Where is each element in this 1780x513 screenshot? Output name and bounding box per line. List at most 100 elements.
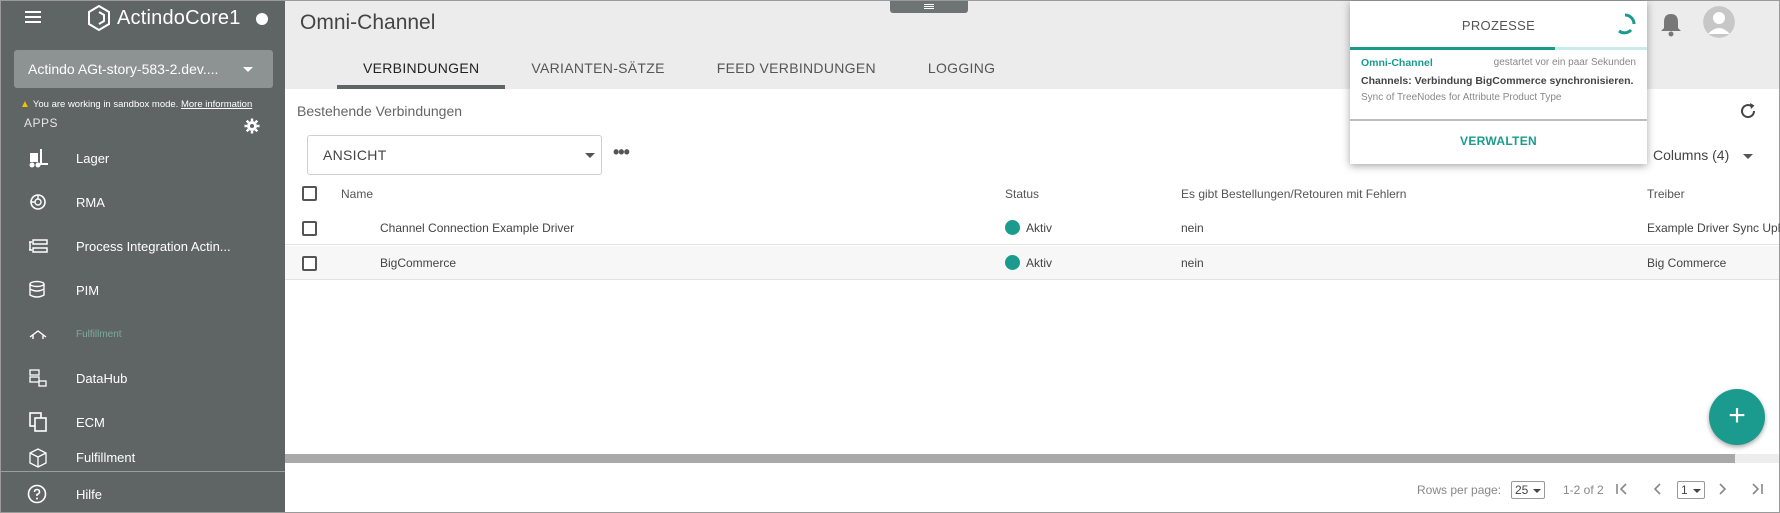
actindo-logo-icon xyxy=(88,5,110,31)
warning-icon: ▲ xyxy=(20,99,30,110)
pagination: Rows per page: 25 1-2 of 2 1 xyxy=(285,471,1779,511)
select-all-checkbox[interactable] xyxy=(302,186,317,201)
sidebar-item-fulfillment[interactable]: Fulfillment xyxy=(1,442,285,472)
fulfillment-icon xyxy=(29,330,47,339)
sidebar-top-bar: ActindoCore1 xyxy=(1,1,285,41)
table-header: Name Status Es gibt Bestellungen/Retoure… xyxy=(285,179,1779,209)
section-title: Bestehende Verbindungen xyxy=(297,103,463,119)
sidebar-item-rma[interactable]: RMA xyxy=(1,180,285,224)
column-header-errors[interactable]: Es gibt Bestellungen/Retouren mit Fehler… xyxy=(1181,187,1406,201)
process-start-time: gestartet vor ein paar Sekunden xyxy=(1493,57,1636,68)
sidebar-item-datahub[interactable]: DataHub xyxy=(1,356,285,400)
horizontal-scrollbar[interactable] xyxy=(285,454,1779,463)
next-page-icon[interactable] xyxy=(1712,479,1732,499)
table-row[interactable]: BigCommerce Aktiv nein Big Commerce xyxy=(285,246,1779,280)
drag-handle[interactable] xyxy=(890,1,968,13)
column-header-driver[interactable]: Treiber xyxy=(1647,187,1685,201)
process-subtitle: Sync of TreeNodes for Attribute Product … xyxy=(1361,92,1562,103)
column-header-status[interactable]: Status xyxy=(1005,187,1039,201)
logo-text: ActindoCore1 xyxy=(117,6,241,29)
row-checkbox[interactable] xyxy=(302,256,317,271)
tab-feed-verbindungen[interactable]: FEED VERBINDUNGEN xyxy=(691,51,902,89)
tab-logging[interactable]: LOGGING xyxy=(902,51,1021,89)
columns-label: Columns (4) xyxy=(1653,147,1730,163)
rows-per-page-label: Rows per page: xyxy=(1417,483,1502,497)
scrollbar-thumb[interactable] xyxy=(285,454,1735,463)
sidebar-item-process-integration[interactable]: Process Integration Actin... xyxy=(1,224,285,268)
sidebar-item-label: Lager xyxy=(76,150,110,166)
popup-divider xyxy=(1350,119,1647,121)
tab-bar: VERBINDUNGEN VARIANTEN-SÄTZE FEED VERBIN… xyxy=(337,51,1021,89)
sidebar-item-label: Process Integration Actin... xyxy=(76,238,231,254)
ecm-icon xyxy=(29,412,47,432)
chevron-down-icon xyxy=(1692,488,1701,493)
status-indicator[interactable] xyxy=(256,13,268,25)
sidebar-item-ecm[interactable]: ECM xyxy=(1,400,285,444)
sandbox-notice: ▲ You are working in sandbox mode. More i… xyxy=(20,99,252,110)
environment-select[interactable]: Actindo AGt-story-583-2.dev.... xyxy=(14,50,273,88)
sidebar-item-label: PIM xyxy=(76,282,100,298)
last-page-icon[interactable] xyxy=(1747,479,1767,499)
page-select[interactable]: 1 xyxy=(1677,481,1705,499)
gear-icon[interactable] xyxy=(244,118,260,134)
tab-varianten-saetze[interactable]: VARIANTEN-SÄTZE xyxy=(505,51,690,89)
sidebar-item-lager[interactable]: Lager xyxy=(1,136,285,180)
chevron-down-icon xyxy=(1533,488,1542,493)
fulfillment-box-icon xyxy=(29,448,47,468)
process-entry[interactable]: Omni-Channel gestartet vor ein paar Seku… xyxy=(1350,50,1647,120)
cell-name: BigCommerce xyxy=(380,256,457,270)
chevron-down-icon xyxy=(1743,153,1754,159)
page-range: 1-2 of 2 xyxy=(1563,483,1604,497)
chevron-down-icon xyxy=(585,153,595,158)
table-row[interactable]: Channel Connection Example Driver Aktiv … xyxy=(285,211,1780,245)
avatar[interactable] xyxy=(1703,6,1735,38)
cell-errors: nein xyxy=(1181,221,1204,235)
process-title: Channels: Verbindung BigCommerce synchro… xyxy=(1361,75,1634,87)
help-label: Hilfe xyxy=(76,486,103,502)
apps-label: APPS xyxy=(24,116,59,130)
page-value: 1 xyxy=(1681,483,1688,497)
bell-icon[interactable] xyxy=(1659,11,1683,37)
app-logo[interactable]: ActindoCore1 xyxy=(87,5,241,31)
rows-per-page-select[interactable]: 25 xyxy=(1511,481,1546,499)
process-integration-icon xyxy=(29,239,48,253)
sidebar-item-help[interactable]: Hilfe xyxy=(1,476,285,512)
tab-verbindungen[interactable]: VERBINDUNGEN xyxy=(337,51,506,89)
sidebar-item-pim[interactable]: PIM xyxy=(1,268,285,312)
sidebar: ActindoCore1 Actindo AGt-story-583-2.dev… xyxy=(1,1,285,512)
sidebar-divider xyxy=(1,471,285,472)
status-active-icon xyxy=(1005,220,1020,235)
sidebar-item-label: DataHub xyxy=(76,370,128,386)
datahub-icon xyxy=(29,369,47,387)
sidebar-item-label: ECM xyxy=(76,414,105,430)
popup-header: PROZESSE xyxy=(1350,1,1647,49)
view-select[interactable]: ANSICHT xyxy=(307,135,602,175)
more-information-link[interactable]: More information xyxy=(181,99,252,110)
popup-title: PROZESSE xyxy=(1461,18,1536,33)
page-title: Omni-Channel xyxy=(300,11,436,34)
sandbox-text: You are working in sandbox mode. xyxy=(32,99,179,110)
refresh-icon[interactable] xyxy=(1739,102,1757,120)
process-app-name: Omni-Channel xyxy=(1361,57,1433,69)
sidebar-item-fulfillment-collapsed[interactable]: Fulfillment xyxy=(1,312,285,356)
sidebar-item-label: RMA xyxy=(76,194,105,210)
environment-label: Actindo AGt-story-583-2.dev.... xyxy=(28,61,219,77)
more-options-icon[interactable]: ••• xyxy=(613,143,630,161)
cell-errors: nein xyxy=(1181,256,1204,270)
chevron-down-icon xyxy=(243,67,253,72)
loading-spinner-icon xyxy=(1618,13,1636,35)
view-select-label: ANSICHT xyxy=(323,147,387,163)
add-connection-button[interactable]: + xyxy=(1709,389,1765,445)
manage-button[interactable]: VERWALTEN xyxy=(1350,134,1647,148)
previous-page-icon[interactable] xyxy=(1648,479,1668,499)
row-checkbox[interactable] xyxy=(302,221,317,236)
help-icon xyxy=(27,484,47,504)
cell-name: Channel Connection Example Driver xyxy=(380,221,575,235)
columns-toggle[interactable]: Columns (4) xyxy=(1653,147,1754,163)
forklift-icon xyxy=(29,149,48,168)
sidebar-item-label: Fulfillment xyxy=(76,449,136,465)
cell-status: Aktiv xyxy=(1026,221,1053,235)
column-header-name[interactable]: Name xyxy=(341,187,373,201)
first-page-icon[interactable] xyxy=(1612,479,1632,499)
menu-icon[interactable] xyxy=(25,11,43,27)
